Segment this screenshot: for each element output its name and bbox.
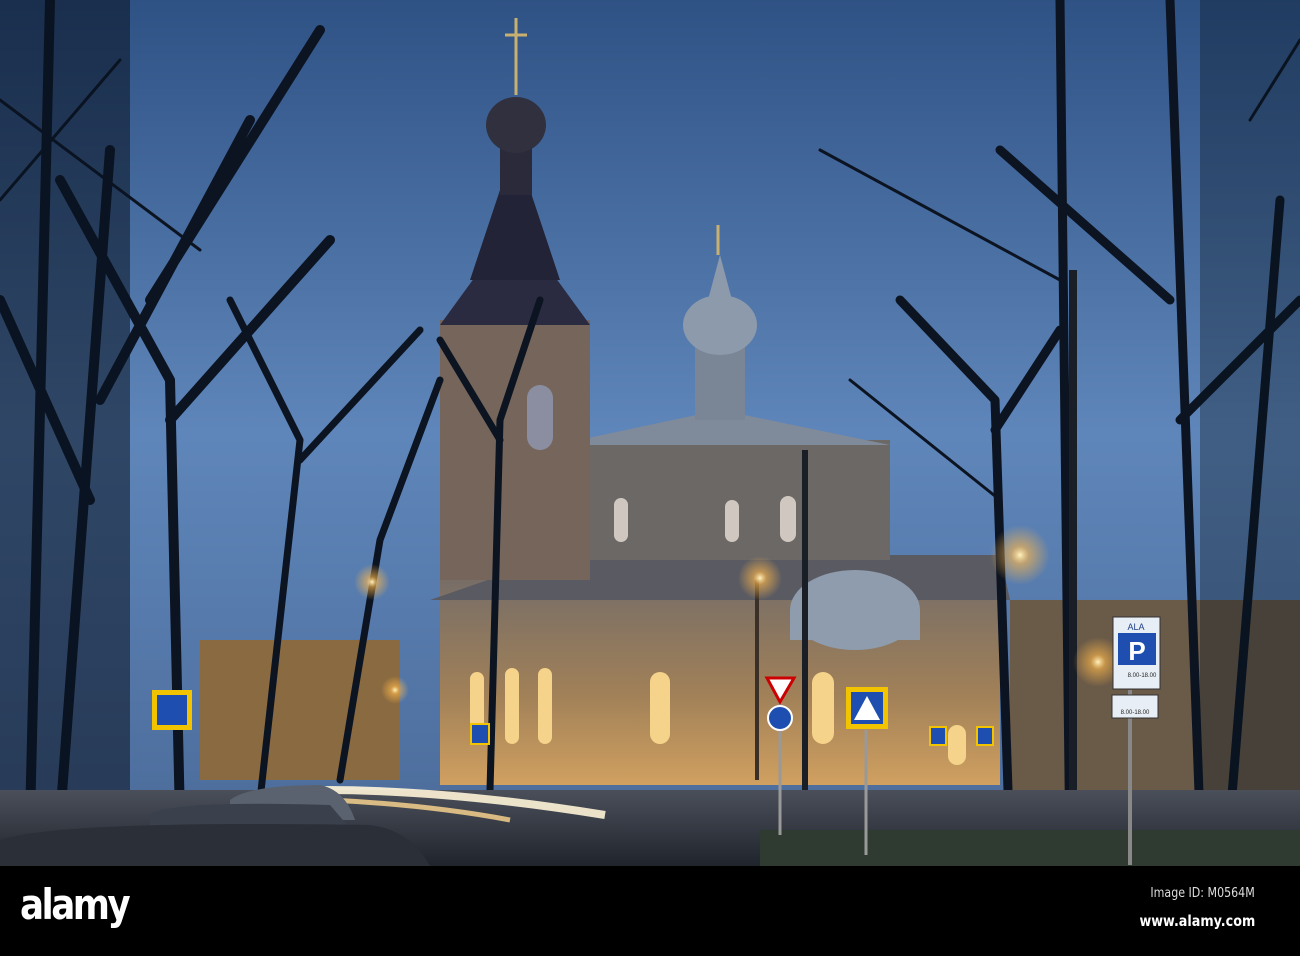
sub-sign-hours: 8.00-18.00	[1121, 710, 1150, 716]
parking-hours: 8.00-18.00	[1128, 673, 1157, 679]
parking-letter: P	[1128, 636, 1145, 666]
parking-header-text: ALA	[1127, 622, 1144, 632]
church-photo: ALA P 8.00-18.00 8.00-18.00	[0, 0, 1300, 866]
site-url: www.alamy.com	[1139, 912, 1255, 930]
image-id-text: Image ID: M0564M	[1150, 886, 1255, 901]
watermark-banner: alamy Image ID: M0564M www.alamy.com	[0, 866, 1300, 956]
stock-photo: ALA P 8.00-18.00 8.00-18.00 alamy Image …	[0, 0, 1300, 956]
alamy-logo: alamy	[20, 880, 131, 929]
left-building	[200, 640, 400, 780]
